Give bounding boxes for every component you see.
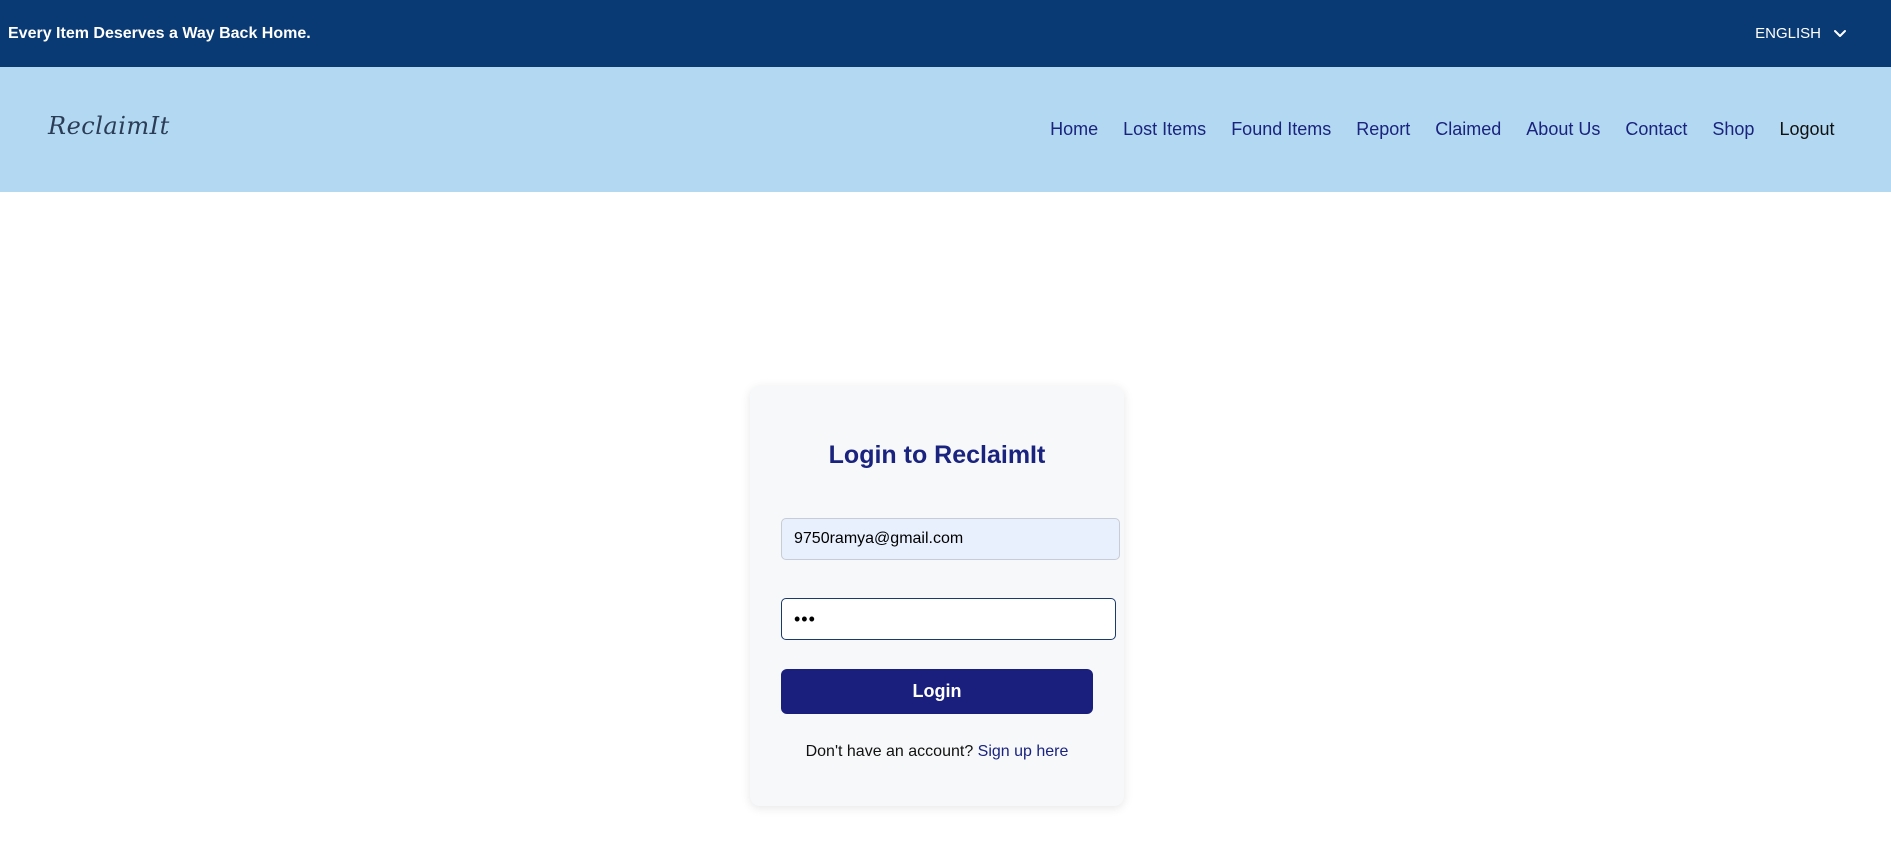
signup-prompt: Don't have an account? Sign up here xyxy=(750,743,1124,761)
nav-link-shop[interactable]: Shop xyxy=(1700,119,1767,140)
login-title: Login to ReclaimIt xyxy=(828,441,1046,469)
nav-link-contact[interactable]: Contact xyxy=(1613,119,1700,140)
login-card: Login to ReclaimIt Login Don't have an a… xyxy=(750,386,1124,806)
brand-logo[interactable]: ReclaimIt xyxy=(48,112,170,140)
nav-link-logout[interactable]: Logout xyxy=(1767,119,1847,140)
nav-link-claimed[interactable]: Claimed xyxy=(1423,119,1514,140)
top-banner: Every Item Deserves a Way Back Home. ENG… xyxy=(0,0,1891,67)
nav-link-about-us[interactable]: About Us xyxy=(1514,119,1613,140)
nav-link-found-items[interactable]: Found Items xyxy=(1219,119,1344,140)
email-field[interactable] xyxy=(781,518,1120,560)
tagline: Every Item Deserves a Way Back Home. xyxy=(8,24,311,42)
language-selector[interactable]: ENGLISH xyxy=(1755,25,1849,43)
signup-prompt-text: Don't have an account? xyxy=(805,743,974,760)
main-navbar: ReclaimIt Home Lost Items Found Items Re… xyxy=(0,67,1891,192)
signup-link[interactable]: Sign up here xyxy=(978,743,1069,760)
nav-links: Home Lost Items Found Items Report Claim… xyxy=(1038,119,1847,140)
language-label: ENGLISH xyxy=(1755,25,1821,42)
login-button[interactable]: Login xyxy=(781,669,1093,714)
nav-link-home[interactable]: Home xyxy=(1038,119,1111,140)
chevron-down-icon xyxy=(1834,29,1846,37)
nav-link-report[interactable]: Report xyxy=(1344,119,1423,140)
nav-link-lost-items[interactable]: Lost Items xyxy=(1111,119,1219,140)
password-field[interactable] xyxy=(781,598,1116,640)
